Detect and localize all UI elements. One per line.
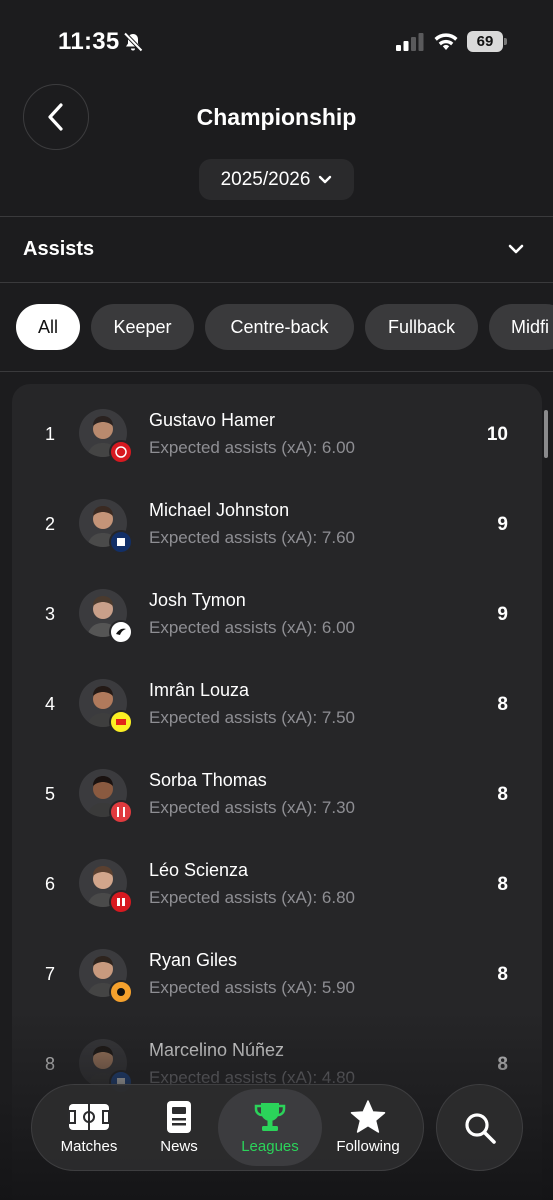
filter-chip-fullback[interactable]: Fullback: [365, 304, 478, 350]
club-badge: [109, 620, 133, 644]
player-assists: 10: [486, 424, 508, 445]
player-expected-assists: Expected assists (xA): 6.00: [149, 618, 355, 637]
player-rank: 3: [44, 604, 55, 624]
club-badge: [109, 980, 133, 1004]
player-rank: 5: [44, 784, 55, 804]
filter-chip-centre-back[interactable]: Centre-back: [205, 304, 354, 350]
player-assists: 8: [497, 784, 508, 805]
player-row[interactable]: 3 Josh Tymon Expected assists (xA): 6.00…: [12, 564, 542, 654]
tab-label: Following: [336, 1138, 400, 1155]
chevron-down-icon: [319, 175, 332, 183]
signal-icon: [396, 33, 424, 51]
player-row[interactable]: 5 Sorba Thomas Expected assists (xA): 7.…: [12, 744, 542, 834]
player-assists: 8: [497, 1054, 508, 1075]
club-badge: [109, 710, 133, 734]
player-name: Marcelino Núñez: [149, 1040, 285, 1060]
filter-chip-keeper[interactable]: Keeper: [91, 304, 194, 350]
tab-label: Leagues: [241, 1138, 299, 1155]
player-name: Josh Tymon: [149, 590, 246, 610]
player-row[interactable]: 1 Gustavo Hamer Expected assists (xA): 6…: [12, 384, 542, 474]
tab-label: News: [160, 1138, 198, 1155]
stat-type-dropdown[interactable]: Assists: [0, 217, 553, 282]
battery-cap: [504, 38, 507, 45]
position-filter-chips: All Keeper Centre-back Fullback Midfi: [16, 304, 553, 350]
assists-list: 1 Gustavo Hamer Expected assists (xA): 6…: [12, 384, 542, 1200]
player-expected-assists: Expected assists (xA): 7.30: [149, 798, 355, 817]
battery-level: 69: [467, 31, 503, 52]
tab-leagues[interactable]: Leagues: [218, 1089, 322, 1166]
screen: 11:35 69 Championship 2025/2026 Assists …: [0, 0, 553, 1200]
club-badge: [109, 800, 133, 824]
player-assists: 9: [497, 604, 508, 625]
player-row[interactable]: 4 Imrân Louza Expected assists (xA): 7.5…: [12, 654, 542, 744]
trophy-icon: [253, 1099, 287, 1135]
player-rank: 1: [44, 424, 55, 444]
pitch-icon: [67, 1099, 111, 1135]
tab-label: Matches: [60, 1138, 118, 1155]
player-rank: 8: [44, 1054, 55, 1074]
chevron-down-icon: [508, 244, 524, 254]
player-row[interactable]: 2 Michael Johnston Expected assists (xA)…: [12, 474, 542, 564]
tab-following[interactable]: Following: [322, 1085, 414, 1170]
filter-chip-midfielder[interactable]: Midfi: [489, 304, 553, 350]
player-name: Sorba Thomas: [149, 770, 267, 790]
search-button[interactable]: [436, 1084, 523, 1171]
player-row[interactable]: 6 Léo Scienza Expected assists (xA): 6.8…: [12, 834, 542, 924]
status-time: 11:35: [58, 28, 120, 55]
tab-news[interactable]: News: [142, 1085, 216, 1170]
search-icon: [464, 1112, 496, 1144]
club-badge: [109, 890, 133, 914]
tab-matches[interactable]: Matches: [46, 1085, 132, 1170]
club-badge: [109, 440, 133, 464]
page-title: Championship: [196, 104, 357, 130]
player-rank: 7: [44, 964, 55, 984]
player-name: Gustavo Hamer: [149, 410, 276, 430]
filter-chip-all[interactable]: All: [16, 304, 80, 350]
player-rank: 4: [44, 694, 55, 714]
battery-indicator: 69: [467, 31, 507, 52]
player-assists: 8: [497, 874, 508, 895]
scrollbar[interactable]: [544, 410, 548, 458]
player-expected-assists: Expected assists (xA): 7.50: [149, 708, 355, 727]
wifi-icon: [434, 33, 458, 50]
bell-muted-icon: [123, 32, 143, 52]
player-expected-assists: Expected assists (xA): 5.90: [149, 978, 355, 997]
star-icon: [350, 1099, 386, 1135]
news-icon: [166, 1099, 192, 1135]
season-dropdown[interactable]: 2025/2026: [199, 159, 354, 200]
divider: [0, 282, 553, 283]
player-assists: 8: [497, 694, 508, 715]
player-name: Léo Scienza: [149, 860, 249, 880]
stat-type-label: Assists: [23, 238, 95, 260]
player-name: Michael Johnston: [149, 500, 290, 520]
player-expected-assists: Expected assists (xA): 7.60: [149, 528, 355, 547]
player-rank: 2: [44, 514, 55, 534]
divider: [0, 371, 553, 372]
player-expected-assists: Expected assists (xA): 6.80: [149, 888, 355, 907]
player-assists: 9: [497, 514, 508, 535]
club-badge: [109, 530, 133, 554]
season-label: 2025/2026: [220, 168, 311, 190]
player-row[interactable]: 7 Ryan Giles Expected assists (xA): 5.90…: [12, 924, 542, 1014]
player-name: Imrân Louza: [149, 680, 250, 700]
player-expected-assists: Expected assists (xA): 6.00: [149, 438, 355, 457]
player-assists: 8: [497, 964, 508, 985]
player-name: Ryan Giles: [149, 950, 238, 970]
player-rank: 6: [44, 874, 55, 894]
status-bar: 11:35 69: [0, 0, 553, 84]
bottom-tab-bar: Matches News Leagues Following: [31, 1084, 424, 1171]
